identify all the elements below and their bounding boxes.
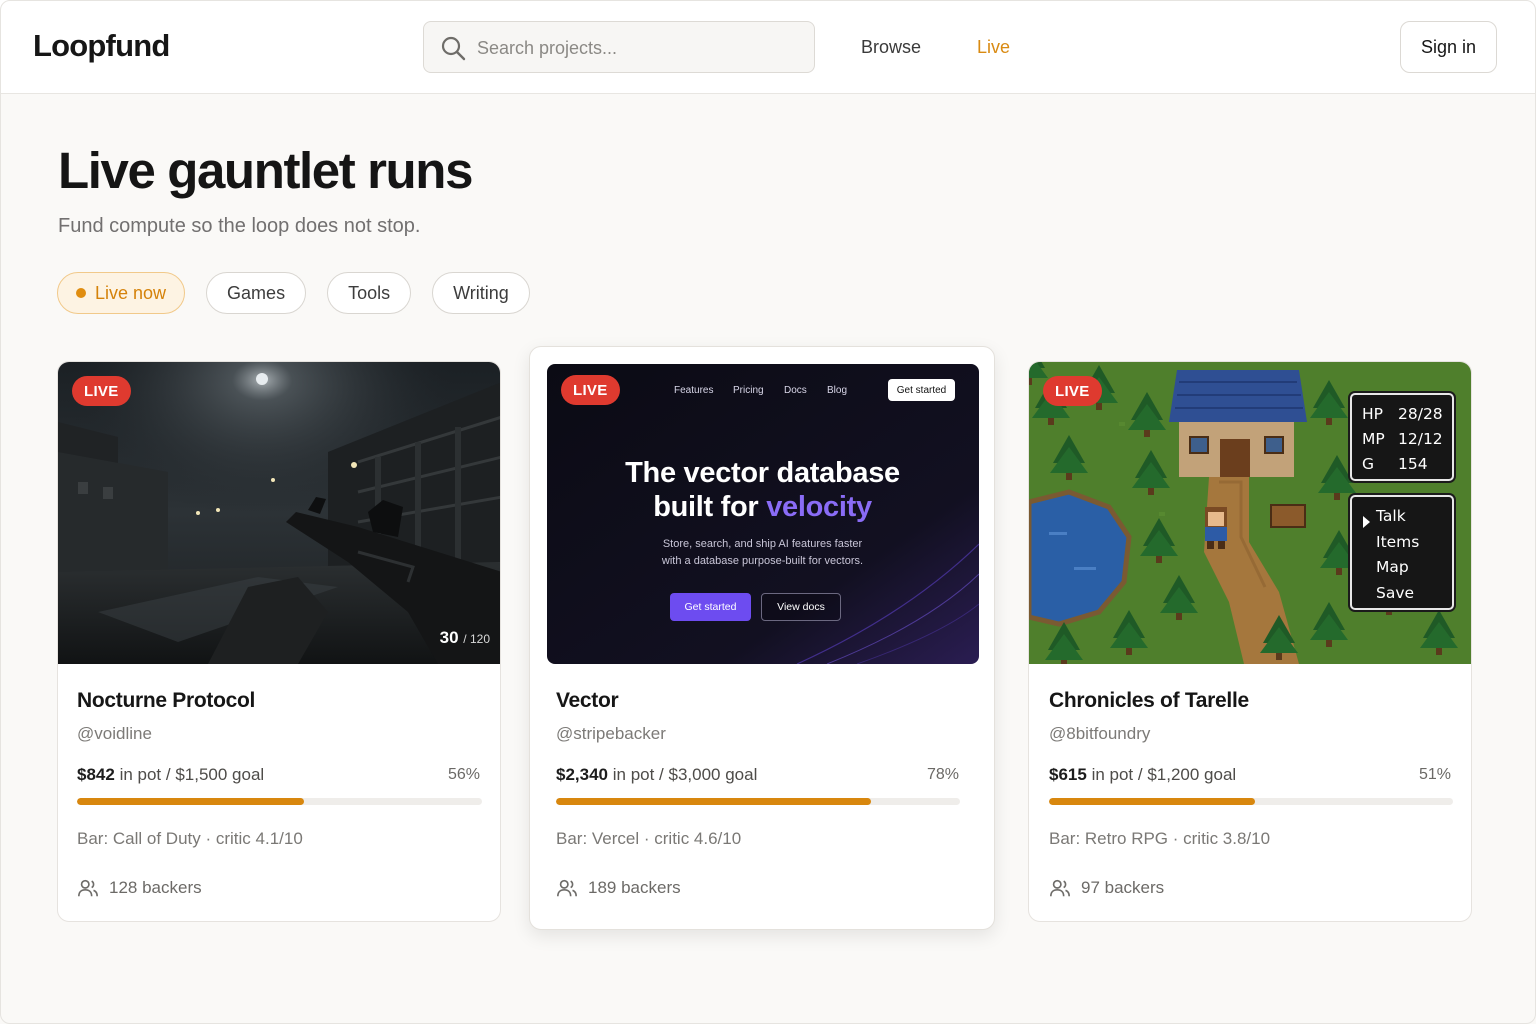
filter-live-now[interactable]: Live now: [57, 272, 186, 314]
preview-headline-2: built for velocity: [547, 490, 978, 524]
backers-count: 189 backers: [588, 878, 681, 897]
pot-goal: in pot / $1,500 goal: [119, 765, 265, 784]
card-pot: $842 in pot / $1,500 goal: [77, 765, 264, 785]
menu-item-save: Save: [1376, 584, 1415, 602]
card-percent: 56%: [447, 766, 480, 783]
preview-nav-pricing: Pricing: [733, 385, 764, 396]
preview-body-2: with a database purpose-built for vector…: [661, 555, 864, 567]
page-subtitle: Fund compute so the loop does not stop.: [58, 215, 421, 237]
pot-amount: $615: [1049, 765, 1087, 784]
filter-label: Writing: [453, 282, 509, 303]
headline-accent: velocity: [766, 491, 872, 523]
card-percent: 51%: [1418, 766, 1451, 783]
card-title[interactable]: Vector: [556, 689, 619, 713]
progress-bar: [1049, 798, 1453, 805]
menu-item-map: Map: [1376, 558, 1409, 576]
stat-mp: MP 12/12: [1362, 430, 1443, 448]
stat-label: G: [1362, 455, 1375, 473]
card-title[interactable]: Chronicles of Tarelle: [1049, 689, 1249, 713]
card-handle[interactable]: @8bitfoundry: [1049, 724, 1150, 744]
nav-browse[interactable]: Browse: [861, 37, 921, 58]
card-meta: Bar: Retro RPG · critic 3.8/10: [1049, 829, 1271, 848]
card-thumbnail: LIVE HP 28/28 MP 12/12 G 154 Talk Items Map…: [1029, 362, 1471, 664]
stat-gold: G 154: [1362, 455, 1428, 473]
preview-body-1: Store, search, and ship AI features fast…: [662, 538, 863, 550]
filter-label: Tools: [348, 282, 391, 303]
live-badge: LIVE: [561, 375, 620, 405]
filter-chips: Live now Games Tools Writing: [57, 272, 530, 314]
preview-nav-blog: Blog: [827, 385, 848, 396]
filter-tools[interactable]: Tools: [327, 272, 412, 314]
stat-label: MP: [1362, 430, 1385, 448]
card-backers: 97 backers: [1049, 877, 1164, 899]
users-icon: [557, 879, 577, 897]
menu-cursor-icon: [1363, 516, 1370, 528]
filter-label: Live now: [95, 282, 167, 303]
search-placeholder: Search projects...: [477, 38, 618, 58]
progress-fill: [77, 798, 304, 805]
page-title: Live gauntlet runs: [58, 142, 473, 199]
card-pot: $615 in pot / $1,200 goal: [1049, 765, 1236, 785]
preview-headline-1: The vector database: [625, 457, 900, 489]
live-badge: LIVE: [72, 376, 131, 406]
card-meta: Bar: Call of Duty · critic 4.1/10: [77, 829, 303, 848]
backers-count: 97 backers: [1081, 878, 1165, 897]
card-handle[interactable]: @stripebacker: [556, 724, 666, 744]
filter-label: Games: [227, 282, 286, 303]
menu-item-items: Items: [1376, 533, 1420, 551]
stat-label: HP: [1362, 405, 1384, 423]
headline-text: built for: [653, 491, 767, 523]
backers-count: 128 backers: [109, 878, 202, 897]
stat-value: 154: [1398, 455, 1428, 473]
progress-fill: [556, 798, 872, 805]
pot-goal: in pot / $3,000 goal: [612, 765, 758, 784]
card-backers: 189 backers: [556, 877, 681, 899]
project-card-vector[interactable]: Features Pricing Docs Blog Get started T…: [529, 346, 995, 930]
project-card-chronicles[interactable]: LIVE HP 28/28 MP 12/12 G 154 Talk Items Map…: [1028, 361, 1472, 922]
command-menu: Talk Items Map Save: [1350, 495, 1454, 610]
sign-in-button[interactable]: Sign in: [1400, 21, 1497, 73]
live-dot-icon: [76, 288, 86, 298]
stat-value: 12/12: [1398, 430, 1443, 448]
filter-writing[interactable]: Writing: [432, 272, 530, 314]
progress-bar: [556, 798, 960, 805]
menu-item-talk: Talk: [1376, 507, 1406, 525]
pot-amount: $842: [77, 765, 115, 784]
stat-hp: HP 28/28: [1362, 405, 1443, 423]
card-percent: 78%: [926, 766, 959, 783]
card-handle[interactable]: @voidline: [77, 724, 152, 744]
logo[interactable]: Loopfund: [33, 28, 170, 64]
users-icon: [1050, 879, 1070, 897]
preview-nav-features: Features: [674, 385, 714, 396]
search-icon: [441, 36, 466, 61]
preview-secondary-button: View docs: [761, 593, 841, 621]
card-meta: Bar: Vercel · critic 4.6/10: [556, 829, 742, 848]
card-pot: $2,340 in pot / $3,000 goal: [556, 765, 757, 785]
users-icon: [78, 879, 98, 897]
top-bar: Loopfund Search projects... Browse Live …: [0, 0, 1536, 94]
nav-live[interactable]: Live: [977, 37, 1010, 58]
ammo-total: / 120: [463, 632, 490, 646]
card-thumbnail: Features Pricing Docs Blog Get started T…: [547, 364, 979, 664]
card-thumbnail: LIVE 30 / 120: [58, 362, 500, 664]
project-card-nocturne[interactable]: LIVE 30 / 120 Nocturne Protocol @voidlin…: [57, 361, 501, 922]
ammo-current: 30: [439, 628, 459, 647]
progress-fill: [1049, 798, 1256, 805]
preview-primary-button: Get started: [670, 593, 751, 621]
ammo-counter: 30 / 120: [440, 628, 490, 648]
preview-nav-docs: Docs: [784, 385, 807, 396]
fps-scene-image: [58, 362, 500, 664]
progress-bar: [77, 798, 482, 805]
stat-value: 28/28: [1398, 405, 1443, 423]
preview-cta: Get started: [888, 379, 955, 401]
pot-goal: in pot / $1,200 goal: [1091, 765, 1237, 784]
card-backers: 128 backers: [77, 877, 202, 899]
search-input[interactable]: Search projects...: [423, 21, 815, 73]
live-badge: LIVE: [1043, 376, 1102, 406]
stats-panel: HP 28/28 MP 12/12 G 154: [1350, 393, 1454, 481]
filter-games[interactable]: Games: [206, 272, 307, 314]
pot-amount: $2,340: [556, 765, 608, 784]
card-title[interactable]: Nocturne Protocol: [77, 689, 255, 713]
